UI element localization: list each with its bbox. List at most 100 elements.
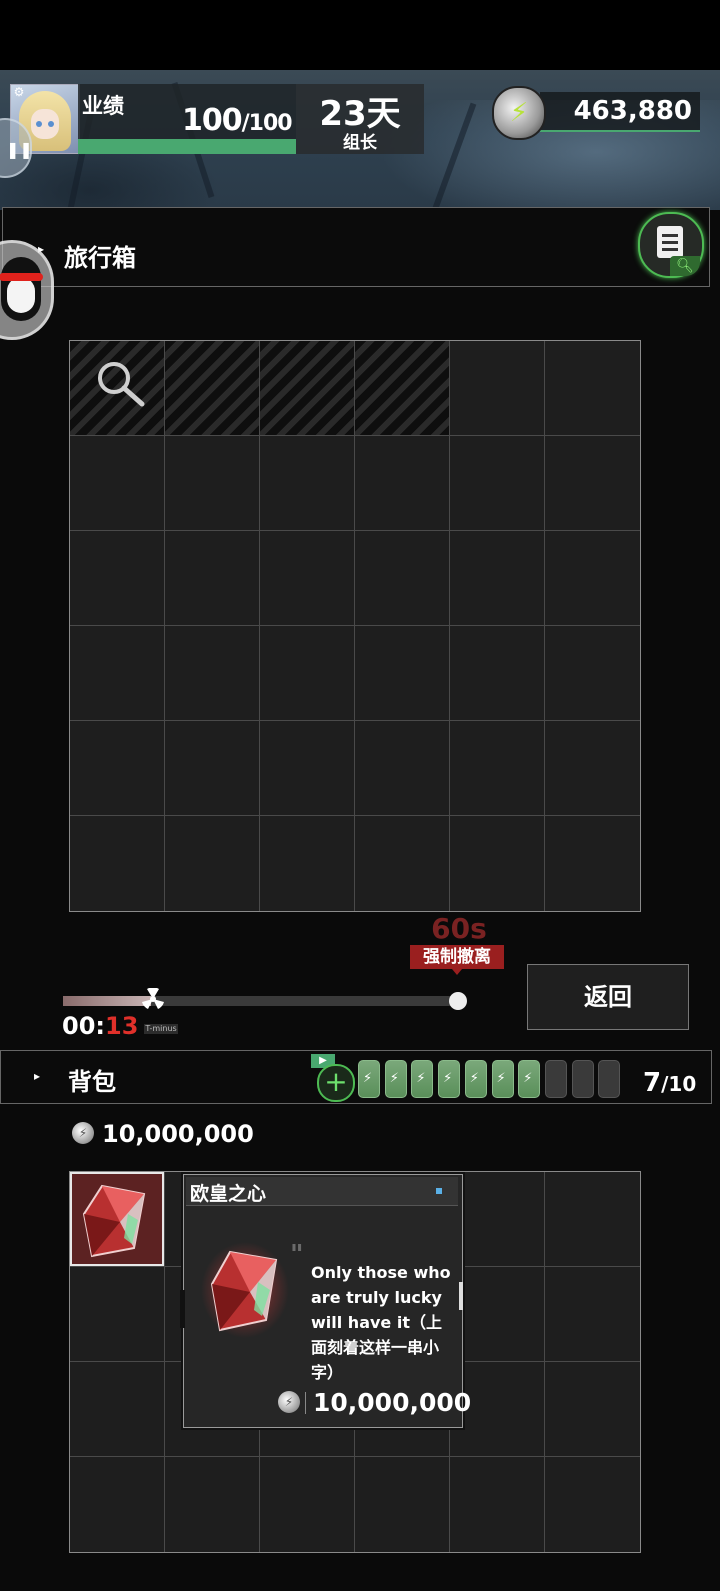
grid-cell[interactable] — [70, 816, 165, 911]
gear-icon[interactable]: ⚙ — [12, 85, 26, 99]
status-bar — [0, 0, 720, 70]
magnifier-icon — [98, 362, 145, 407]
capacity-current: 7 — [643, 1068, 662, 1098]
add-capacity-button[interactable]: + — [317, 1064, 355, 1102]
grid-cell[interactable] — [450, 1457, 545, 1552]
grid-cell[interactable] — [545, 1457, 640, 1552]
timer-progress-fill — [63, 996, 151, 1006]
performance-label: 业绩 — [82, 94, 124, 118]
evac-countdown: 60s — [431, 912, 487, 945]
performance-max: /100 — [241, 111, 293, 136]
grid-cell[interactable] — [355, 1457, 450, 1552]
force-evacuate-label: 强制撤离 — [410, 945, 504, 969]
grid-cell[interactable] — [70, 1457, 165, 1552]
capacity-max: /10 — [661, 1072, 697, 1096]
grid-cell[interactable] — [70, 721, 165, 816]
clipboard-line — [662, 241, 678, 244]
timer-progress-knob — [449, 992, 467, 1010]
grid-cell[interactable] — [260, 531, 355, 626]
tooltip-scrollbar[interactable] — [459, 1282, 463, 1310]
tooltip-edge — [180, 1290, 185, 1328]
battery-full-icon — [464, 1060, 487, 1098]
clipboard-line — [662, 234, 678, 237]
suitcase-grid[interactable] — [69, 340, 641, 912]
clipboard-search-button[interactable]: 🔍︎ — [638, 212, 704, 278]
grid-cell[interactable] — [450, 816, 545, 911]
grid-cell[interactable] — [545, 721, 640, 816]
battery-empty-icon — [598, 1060, 621, 1098]
grid-cell[interactable] — [260, 436, 355, 531]
grid-cell[interactable] — [355, 626, 450, 721]
grid-cell[interactable] — [165, 1457, 260, 1552]
energy-coin-icon: ⚡ — [492, 86, 546, 140]
grid-cell[interactable] — [165, 436, 260, 531]
grid-cell[interactable] — [545, 1362, 640, 1457]
bolt-icon: ⚡ — [509, 98, 529, 128]
grid-cell[interactable] — [70, 1362, 165, 1457]
grid-cell[interactable] — [70, 1267, 165, 1362]
grid-cell[interactable] — [355, 436, 450, 531]
grid-cell[interactable] — [355, 531, 450, 626]
avatar-eye — [36, 121, 42, 127]
performance-bar-fill — [78, 139, 296, 154]
grid-cell[interactable] — [450, 1172, 545, 1267]
grid-cell[interactable] — [545, 1172, 640, 1267]
backpack-title: 背包 — [68, 1068, 116, 1096]
coin-icon: ⚡ — [72, 1122, 94, 1144]
grid-cell[interactable] — [165, 816, 260, 911]
grid-cell[interactable] — [450, 341, 545, 436]
expand-arrow-icon[interactable]: ▸ — [34, 1069, 40, 1083]
elapsed-timer: 00:13 — [62, 1012, 138, 1040]
capacity-counter: 7/10 — [643, 1068, 696, 1098]
grid-cell[interactable] — [545, 816, 640, 911]
grid-cell[interactable] — [165, 341, 260, 436]
quote-mark: " — [290, 1240, 304, 1270]
grid-cell[interactable] — [450, 721, 545, 816]
grid-cell[interactable] — [70, 626, 165, 721]
grid-cell[interactable] — [260, 341, 355, 436]
return-button[interactable]: 返回 — [527, 964, 689, 1030]
performance-value: 100/100 — [182, 103, 293, 138]
rarity-indicator — [436, 1188, 442, 1194]
item-price: 10,000,000 — [313, 1388, 472, 1417]
grid-cell[interactable] — [70, 531, 165, 626]
player-role: 组长 — [343, 133, 377, 153]
performance-current: 100 — [182, 103, 243, 138]
grid-cell[interactable] — [355, 816, 450, 911]
grid-cell[interactable] — [450, 436, 545, 531]
grid-cell[interactable] — [70, 436, 165, 531]
red-crystal-icon — [201, 1242, 289, 1338]
grid-cell[interactable] — [165, 626, 260, 721]
penguin-belly — [7, 277, 35, 313]
penguin-scarf — [0, 273, 43, 281]
avatar-eye — [48, 121, 54, 127]
item-description: Only those who are truly lucky will have… — [311, 1263, 451, 1382]
grid-cell[interactable] — [545, 1267, 640, 1362]
suitcase-title: 旅行箱 — [64, 244, 136, 272]
battery-full-icon — [411, 1060, 434, 1098]
grid-cell[interactable] — [260, 816, 355, 911]
grid-cell[interactable] — [545, 341, 640, 436]
pause-icon: ❚❚ — [6, 140, 33, 159]
currency-amount: 463,880 — [573, 96, 692, 126]
grid-cell[interactable] — [260, 1457, 355, 1552]
battery-empty-icon — [571, 1060, 594, 1098]
grid-cell[interactable] — [450, 1267, 545, 1362]
battery-full-icon — [438, 1060, 461, 1098]
clipboard-line — [662, 248, 678, 251]
grid-cell[interactable] — [355, 341, 450, 436]
grid-cell[interactable] — [545, 531, 640, 626]
grid-cell[interactable] — [165, 531, 260, 626]
price-divider — [305, 1392, 306, 1414]
grid-cell[interactable] — [260, 626, 355, 721]
grid-cell[interactable] — [355, 721, 450, 816]
grid-cell[interactable] — [450, 531, 545, 626]
grid-cell[interactable] — [450, 626, 545, 721]
radiation-icon — [142, 988, 164, 1009]
grid-cell[interactable] — [165, 721, 260, 816]
grid-cell[interactable] — [545, 436, 640, 531]
grid-cell[interactable] — [545, 626, 640, 721]
grid-cell[interactable] — [260, 721, 355, 816]
selected-item-slot[interactable] — [70, 1172, 164, 1266]
tminus-label: T-minus — [144, 1024, 178, 1034]
